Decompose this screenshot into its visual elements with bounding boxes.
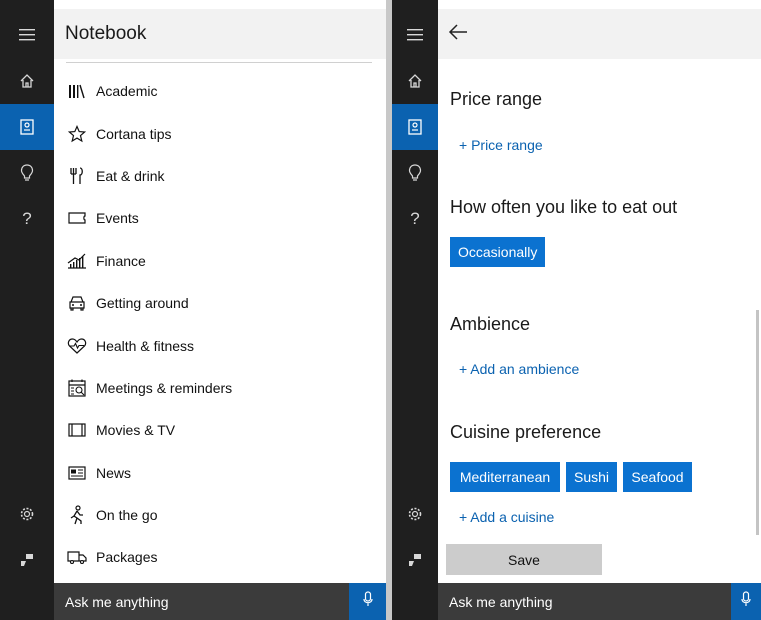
notebook-item-label: Academic (96, 83, 158, 100)
notebook-header: Notebook (54, 9, 386, 59)
back-arrow-icon (448, 23, 468, 45)
section-title-cuisine: Cuisine preference (450, 422, 602, 442)
settings-icon[interactable] (392, 491, 438, 537)
help-icon[interactable]: ? (0, 196, 54, 242)
add-price-range-link[interactable]: + Price range (459, 137, 543, 153)
section-title-price-range: Price range (450, 89, 543, 109)
notebook-item-eat-drink[interactable]: Eat & drink (54, 155, 386, 197)
notebook-item-label: Finance (96, 252, 146, 269)
notebook-item-label: News (96, 464, 132, 481)
feedback-icon[interactable] (0, 537, 54, 583)
ask-bar[interactable]: Ask me anything (54, 583, 386, 620)
home-icon[interactable] (392, 58, 438, 104)
lightbulb-icon[interactable] (0, 150, 54, 196)
eat-drink-settings-pane: ? Price range + Price range How often yo… (392, 0, 761, 620)
calendar-icon (66, 377, 88, 399)
notebook-item-label: Getting around (96, 295, 189, 312)
cuisine-chip-seafood[interactable]: Seafood (623, 462, 692, 492)
notebook-item-on-the-go[interactable]: On the go (54, 494, 386, 536)
scrollbar[interactable] (756, 310, 759, 535)
notebook-icon[interactable] (0, 104, 54, 150)
film-icon (66, 419, 88, 441)
section-title-ambience: Ambience (450, 314, 531, 334)
eat-out-frequency-chip[interactable]: Occasionally (450, 237, 546, 267)
menu-icon[interactable] (0, 12, 54, 58)
cuisine-chip-mediterranean[interactable]: Mediterranean (450, 462, 560, 492)
car-icon (66, 292, 88, 314)
truck-icon (66, 546, 88, 568)
chart-icon (66, 250, 88, 272)
help-icon[interactable]: ? (392, 196, 438, 242)
heartbeat-icon (66, 335, 88, 357)
ask-input[interactable]: Ask me anything (449, 594, 553, 610)
notebook-item-meetings-reminders[interactable]: Meetings & reminders (54, 367, 386, 409)
notebook-item-academic[interactable]: Academic (54, 70, 386, 112)
add-ambience-link[interactable]: + Add an ambience (459, 361, 579, 377)
lightbulb-icon[interactable] (392, 150, 438, 196)
header-divider (66, 62, 372, 63)
microphone-button[interactable] (731, 583, 761, 620)
notebook-item-label: Health & fitness (96, 337, 195, 354)
microphone-button[interactable] (349, 583, 386, 620)
ask-bar[interactable]: Ask me anything (438, 583, 761, 620)
back-button[interactable] (446, 22, 470, 46)
fork-knife-icon (66, 165, 88, 187)
section-title-eat-out: How often you like to eat out (450, 197, 678, 217)
notebook-item-label: Movies & TV (96, 422, 176, 439)
save-button[interactable]: Save (446, 544, 602, 575)
notebook-item-label: Cortana tips (96, 125, 172, 142)
notebook-item-label: Meetings & reminders (96, 379, 233, 396)
microphone-icon (741, 591, 751, 612)
settings-content: Price range + Price range How often you … (438, 59, 761, 583)
add-cuisine-link[interactable]: + Add a cuisine (459, 509, 554, 525)
notebook-item-cortana-tips[interactable]: Cortana tips (54, 112, 386, 154)
notebook-item-label: Eat & drink (96, 167, 165, 184)
notebook-item-finance[interactable]: Finance (54, 240, 386, 282)
notebook-item-news[interactable]: News (54, 452, 386, 494)
notebook-pane: ? Notebook Academic Cortana tips Eat & d… (0, 0, 386, 620)
notebook-icon[interactable] (392, 104, 438, 150)
walking-icon (66, 504, 88, 526)
notebook-item-packages[interactable]: Packages (54, 536, 386, 578)
microphone-icon (362, 591, 373, 612)
notebook-item-movies-tv[interactable]: Movies & TV (54, 409, 386, 451)
page-title: Notebook (65, 23, 147, 44)
ask-input[interactable]: Ask me anything (65, 594, 169, 610)
newspaper-icon (66, 462, 88, 484)
notebook-item-label: Packages (96, 549, 158, 566)
cuisine-chip-sushi[interactable]: Sushi (566, 462, 617, 492)
navigation-rail: ? (0, 0, 54, 620)
notebook-item-getting-around[interactable]: Getting around (54, 282, 386, 324)
settings-header (438, 9, 761, 59)
navigation-rail: ? (392, 0, 438, 620)
notebook-list: Academic Cortana tips Eat & drink Events… (54, 70, 386, 579)
star-icon (66, 123, 88, 145)
ticket-icon (66, 207, 88, 229)
notebook-item-events[interactable]: Events (54, 197, 386, 239)
notebook-item-health-fitness[interactable]: Health & fitness (54, 324, 386, 366)
notebook-item-label: Events (96, 210, 139, 227)
menu-icon[interactable] (392, 12, 438, 58)
settings-icon[interactable] (0, 491, 54, 537)
feedback-icon[interactable] (392, 537, 438, 583)
books-icon (66, 80, 88, 102)
notebook-item-label: On the go (96, 507, 158, 524)
home-icon[interactable] (0, 58, 54, 104)
